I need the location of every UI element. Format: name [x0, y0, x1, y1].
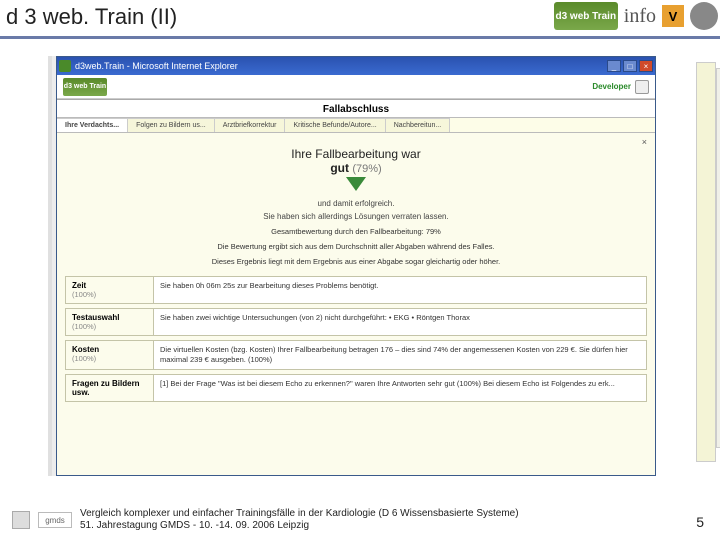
university-seal-icon: [690, 2, 718, 30]
row-score: (100%): [72, 322, 147, 331]
maximize-button[interactable]: □: [623, 60, 637, 72]
tab-nachbereitung[interactable]: Nachbereitun...: [386, 118, 450, 132]
window-titlebar: d3web.Train - Microsoft Internet Explore…: [57, 57, 655, 75]
tab-befunde[interactable]: Kritische Befunde/Autore...: [285, 118, 385, 132]
window-title: d3web.Train - Microsoft Internet Explore…: [75, 61, 238, 71]
developer-label: Developer: [592, 82, 631, 91]
slide-footer: gmds Vergleich komplexer und einfacher T…: [0, 508, 720, 532]
tab-folgen[interactable]: Folgen zu Bildern us...: [128, 118, 215, 132]
result-subline-1: und damit erfolgreich.: [77, 199, 635, 208]
row-label: Testauswahl: [72, 313, 119, 322]
result-heading: Ihre Fallbearbeitung war gut (79%): [77, 147, 635, 175]
browser-toolbar: d3 web Train Developer: [57, 75, 655, 99]
result-para-3: Dieses Ergebnis liegt mit dem Ergebnis a…: [77, 257, 635, 266]
footer-text: Vergleich komplexer und einfacher Traini…: [80, 508, 519, 532]
result-para-2: Die Bewertung ergibt sich aus dem Durchs…: [77, 242, 635, 251]
row-label: Kosten: [72, 345, 99, 354]
row-score: (100%): [72, 290, 147, 299]
divider: [0, 36, 720, 39]
row-body: [1] Bei der Frage "Was ist bei diesem Ec…: [154, 375, 646, 401]
panel-close-icon[interactable]: ×: [642, 137, 647, 147]
tab-verdachts[interactable]: Ihre Verdachts...: [57, 118, 128, 132]
result-subline-2: Sie haben sich allerdings Lösungen verra…: [77, 212, 635, 221]
footer-icon: [12, 511, 30, 529]
d3web-logo: d3 web Train: [554, 2, 618, 30]
row-fragen: Fragen zu Bildern usw. [1] Bei der Frage…: [65, 374, 647, 402]
app-icon: [59, 60, 71, 72]
row-label: Fragen zu Bildern usw.: [72, 379, 140, 397]
browser-window: d3web.Train - Microsoft Internet Explore…: [56, 56, 656, 476]
page-number: 5: [696, 514, 704, 530]
result-panel: × Ihre Fallbearbeitung war gut (79%) und…: [57, 133, 655, 270]
row-body: Sie haben 0h 06m 25s zur Bearbeitung die…: [154, 277, 646, 303]
row-label: Zeit: [72, 281, 86, 290]
row-body: Die virtuellen Kosten (bzg. Kosten) Ihre…: [154, 341, 646, 369]
settings-icon[interactable]: [635, 80, 649, 94]
row-testauswahl: Testauswahl(100%) Sie haben zwei wichtig…: [65, 308, 647, 336]
row-kosten: Kosten(100%) Die virtuellen Kosten (bzg.…: [65, 340, 647, 370]
tab-arztbrief[interactable]: Arztbriefkorrektur: [215, 118, 286, 132]
page-content: Fallabschluss Ihre Verdachts... Folgen z…: [57, 99, 655, 475]
close-button[interactable]: ×: [639, 60, 653, 72]
result-para-1: Gesamtbewertung durch den Fallbearbeitun…: [77, 227, 635, 236]
page-header: Fallabschluss: [57, 100, 655, 118]
gmds-logo: gmds: [38, 512, 72, 528]
row-score: (100%): [72, 354, 147, 363]
slide-title: d 3 web. Train (II): [6, 4, 177, 30]
minimize-button[interactable]: _: [607, 60, 621, 72]
arrow-down-icon: [346, 177, 366, 191]
row-body: Sie haben zwei wichtige Untersuchungen (…: [154, 309, 646, 335]
score-rows: Zeit(100%) Sie haben 0h 06m 25s zur Bear…: [65, 276, 647, 402]
row-zeit: Zeit(100%) Sie haben 0h 06m 25s zur Bear…: [65, 276, 647, 304]
info-logo: info: [624, 5, 656, 28]
tab-strip: Ihre Verdachts... Folgen zu Bildern us..…: [57, 118, 655, 133]
logo-strip: d3 web Train info V: [554, 2, 718, 30]
v-logo: V: [662, 5, 684, 27]
d3web-mini-logo: d3 web Train: [63, 78, 107, 96]
